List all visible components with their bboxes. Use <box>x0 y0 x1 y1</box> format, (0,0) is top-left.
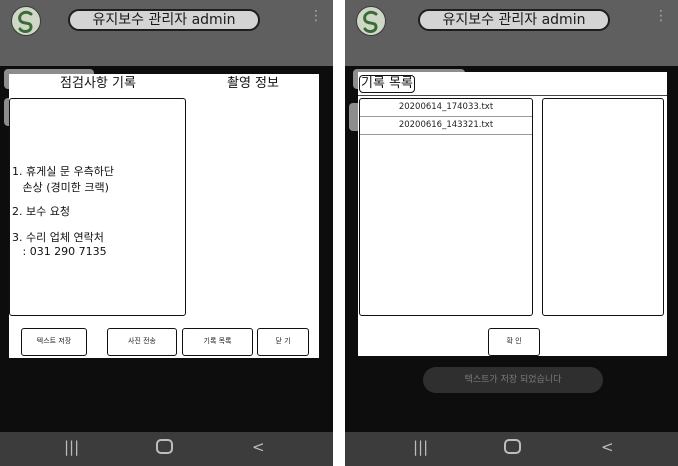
text-line: : 031 290 7135 <box>12 245 107 258</box>
app-bar: 유지보수 관리자 admin ⋮ <box>345 0 678 66</box>
text-line: 손상 (경미한 크랙) <box>12 181 109 194</box>
text-line: 2. 보수 요청 <box>12 205 70 218</box>
save-text-button[interactable]: 텍스트 저장 <box>21 328 87 356</box>
overflow-menu-icon[interactable]: ⋮ <box>654 8 668 24</box>
record-list-dialog: 기록 목록 20200614_174033.txt 20200616_14332… <box>358 72 667 356</box>
home-icon[interactable] <box>504 439 521 454</box>
back-icon[interactable]: < <box>252 438 265 456</box>
text-line: 1. 휴게실 문 우측하단 <box>12 165 114 178</box>
recent-apps-icon[interactable]: ||| <box>413 438 428 456</box>
system-nav-bar: ||| < <box>0 432 333 466</box>
app-title: 유지보수 관리자 admin <box>68 9 260 31</box>
tab-inspection-record[interactable]: 점검사항 기록 <box>9 74 187 94</box>
toast-message: 텍스트가 저장 되었습니다 <box>423 367 603 393</box>
inspection-text-area[interactable]: 1. 휴게실 문 우측하단 손상 (경미한 크랙) 2. 보수 요청 3. 수리… <box>9 98 186 316</box>
dialog-header: 기록 목록 <box>358 72 667 96</box>
app-logo-icon <box>356 6 386 36</box>
send-photo-button[interactable]: 사진 전송 <box>107 328 177 356</box>
home-icon[interactable] <box>156 439 173 454</box>
left-phone-screen: 유지보수 관리자 admin ⋮ 점검사항 기록 촬영 정보 1. 휴게실 문 … <box>0 0 333 466</box>
close-button[interactable]: 닫 기 <box>257 328 309 356</box>
file-list[interactable]: 20200614_174033.txt 20200616_143321.txt <box>359 98 533 316</box>
system-nav-bar: ||| < <box>345 432 678 466</box>
right-phone-screen: 유지보수 관리자 admin ⋮ 기록 목록 20200614_174033.t… <box>345 0 678 466</box>
recent-apps-icon[interactable]: ||| <box>64 438 79 456</box>
inspection-dialog: 점검사항 기록 촬영 정보 1. 휴게실 문 우측하단 손상 (경미한 크랙) … <box>9 74 319 358</box>
confirm-button[interactable]: 확 인 <box>488 328 540 356</box>
back-icon[interactable]: < <box>601 438 614 456</box>
text-line: 3. 수리 업체 연락처 <box>12 231 104 244</box>
overflow-menu-icon[interactable]: ⋮ <box>309 8 323 24</box>
dialog-title: 기록 목록 <box>359 75 415 93</box>
app-bar: 유지보수 관리자 admin ⋮ <box>0 0 333 66</box>
file-content-panel <box>542 98 664 316</box>
list-item[interactable]: 20200614_174033.txt <box>360 99 532 117</box>
app-logo-icon <box>11 6 41 36</box>
tab-photo-info[interactable]: 촬영 정보 <box>187 74 319 94</box>
list-item[interactable]: 20200616_143321.txt <box>360 117 532 135</box>
record-list-button[interactable]: 기록 목록 <box>182 328 253 356</box>
app-title: 유지보수 관리자 admin <box>418 9 610 31</box>
